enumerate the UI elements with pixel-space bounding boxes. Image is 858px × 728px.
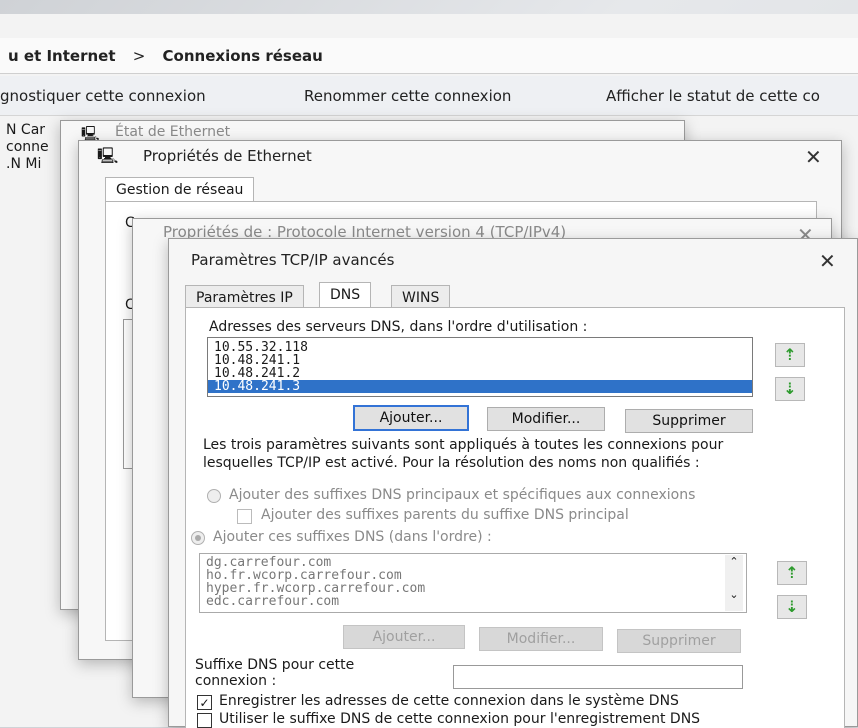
- remove-suffix-button[interactable]: Supprimer: [617, 629, 741, 653]
- tab-dns[interactable]: DNS: [319, 282, 372, 307]
- move-up-button[interactable]: ⇡: [775, 343, 805, 367]
- add-server-button[interactable]: Ajouter...: [353, 405, 469, 431]
- chevron-down-icon[interactable]: ⌄: [725, 588, 743, 601]
- dns-suffix-list[interactable]: dg.carrefour.com ho.fr.wcorp.carrefour.c…: [199, 553, 747, 613]
- list-item-selected[interactable]: 10.48.241.3: [208, 380, 752, 393]
- suffix-label-cont: connexion :: [195, 673, 277, 689]
- dns-servers-label: Adresses des serveurs DNS, dans l'ordre …: [209, 319, 588, 335]
- tab-networking[interactable]: Gestion de réseau: [105, 177, 255, 202]
- breadcrumb-item-current[interactable]: Connexions réseau: [163, 47, 323, 65]
- move-down-button[interactable]: ⇣: [775, 377, 805, 401]
- register-addresses-checkbox[interactable]: ✓: [197, 695, 212, 710]
- network-list: N Car conne .N Mi: [0, 116, 60, 196]
- parent-suffix-label: Ajouter des suffixes parents du suffixe …: [261, 507, 629, 523]
- breadcrumb-item-parent[interactable]: u et Internet: [8, 47, 116, 65]
- view-status-button[interactable]: Afficher le statut de cette co: [606, 87, 820, 105]
- dialog-title: Propriétés de Ethernet: [143, 147, 312, 165]
- remove-server-button[interactable]: Supprimer: [625, 409, 753, 433]
- primary-suffix-label: Ajouter des suffixes DNS principaux et s…: [229, 487, 696, 503]
- diagnose-connection-button[interactable]: gnostiquer cette connexion: [0, 87, 206, 105]
- tab-ip-settings[interactable]: Paramètres IP: [185, 285, 304, 307]
- append-suffixes-label: Ajouter ces suffixes DNS (dans l'ordre) …: [213, 529, 492, 545]
- list-item[interactable]: N Car: [6, 122, 60, 139]
- register-addresses-label: Enregistrer les adresses de cette connex…: [219, 693, 679, 709]
- command-bar: gnostiquer cette connexion Renommer cett…: [0, 76, 858, 116]
- advanced-tcpip-dialog: Paramètres TCP/IP avancés ✕ Paramètres I…: [168, 238, 858, 728]
- arrow-down-icon: ⇣: [785, 597, 799, 616]
- network-adapter-icon: 🖳: [97, 146, 119, 165]
- arrow-down-icon: ⇣: [783, 379, 797, 398]
- arrow-up-icon: ⇡: [785, 563, 799, 582]
- dns-servers-list[interactable]: 10.55.32.118 10.48.241.1 10.48.241.2 10.…: [207, 337, 753, 397]
- edit-server-button[interactable]: Modifier...: [487, 407, 605, 431]
- chevron-right-icon: >: [132, 47, 146, 65]
- dialog-title: État de Ethernet: [115, 124, 231, 140]
- close-icon[interactable]: ✕: [819, 249, 836, 273]
- list-item[interactable]: .N Mi: [6, 156, 60, 173]
- chevron-up-icon[interactable]: ⌃: [725, 555, 743, 568]
- list-item[interactable]: edc.carrefour.com: [200, 595, 746, 608]
- parent-suffix-checkbox[interactable]: [237, 509, 252, 524]
- info-text-line2: lesquelles TCP/IP est activé. Pour la ré…: [203, 455, 700, 471]
- suffix-move-down-button[interactable]: ⇣: [777, 595, 807, 619]
- add-suffix-button[interactable]: Ajouter...: [343, 625, 465, 649]
- list-item[interactable]: conne: [6, 139, 60, 156]
- info-text-line1: Les trois paramètres suivants sont appli…: [203, 437, 724, 453]
- tab-wins[interactable]: WINS: [391, 285, 451, 307]
- close-icon[interactable]: ✕: [805, 145, 822, 169]
- append-suffixes-radio[interactable]: [191, 531, 205, 545]
- edit-suffix-button[interactable]: Modifier...: [479, 627, 603, 651]
- suffix-list-scrollbar[interactable]: ⌃ ⌄: [725, 555, 743, 611]
- use-suffix-checkbox[interactable]: [197, 713, 212, 728]
- suffix-move-up-button[interactable]: ⇡: [777, 561, 807, 585]
- use-suffix-label: Utiliser le suffixe DNS de cette connexi…: [219, 711, 701, 727]
- primary-suffix-radio[interactable]: [207, 489, 221, 503]
- breadcrumb[interactable]: u et Internet > Connexions réseau: [0, 38, 858, 74]
- dns-suffix-field[interactable]: [453, 665, 743, 689]
- arrow-up-icon: ⇡: [783, 345, 797, 364]
- suffix-label: Suffixe DNS pour cette: [195, 657, 355, 673]
- dialog-title: Paramètres TCP/IP avancés: [191, 251, 395, 269]
- rename-connection-button[interactable]: Renommer cette connexion: [304, 87, 511, 105]
